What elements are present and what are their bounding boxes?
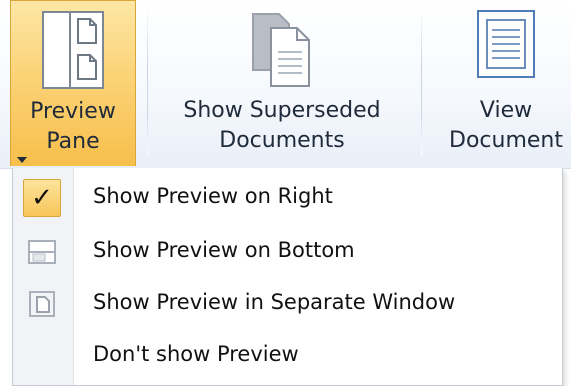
chevron-down-icon [17, 157, 27, 163]
view-document-label-1: View [479, 98, 533, 123]
menu-item-show-preview-separate-window[interactable]: Show Preview in Separate Window [13, 278, 562, 330]
menu-item-label: Show Preview on Bottom [93, 238, 355, 262]
preview-pane-icon [42, 11, 104, 89]
separate-window-icon [29, 291, 55, 317]
menu-item-label: Show Preview in Separate Window [93, 290, 456, 314]
preview-bottom-icon [28, 240, 56, 264]
superseded-documents-icon [252, 13, 310, 87]
show-superseded-label-2: Documents [219, 128, 345, 153]
menu-item-show-preview-right[interactable]: ✓ Show Preview on Right [13, 172, 562, 224]
show-superseded-documents-button[interactable]: Show Superseded Documents [166, 0, 398, 166]
view-document-label-2: Document [449, 128, 563, 153]
show-superseded-label-1: Show Superseded [183, 98, 381, 123]
preview-pane-label-2: Pane [46, 129, 100, 154]
view-document-button[interactable]: View Document [436, 0, 571, 166]
menu-item-label: Don't show Preview [93, 342, 299, 366]
menu-item-dont-show-preview[interactable]: Don't show Preview [13, 330, 562, 382]
ribbon-separator [147, 6, 148, 156]
ribbon-separator [421, 6, 422, 156]
menu-item-label: Show Preview on Right [93, 184, 333, 208]
menu-item-show-preview-bottom[interactable]: Show Preview on Bottom [13, 226, 562, 278]
preview-pane-dropdown-menu: ✓ Show Preview on Right Show Preview on … [12, 168, 563, 386]
checkmark-icon: ✓ [23, 179, 61, 217]
ribbon: Preview Pane Show Superseded Documents V… [0, 0, 571, 169]
preview-pane-label-1: Preview [30, 99, 116, 124]
view-document-icon [477, 10, 535, 78]
preview-pane-button[interactable]: Preview Pane [10, 0, 136, 166]
